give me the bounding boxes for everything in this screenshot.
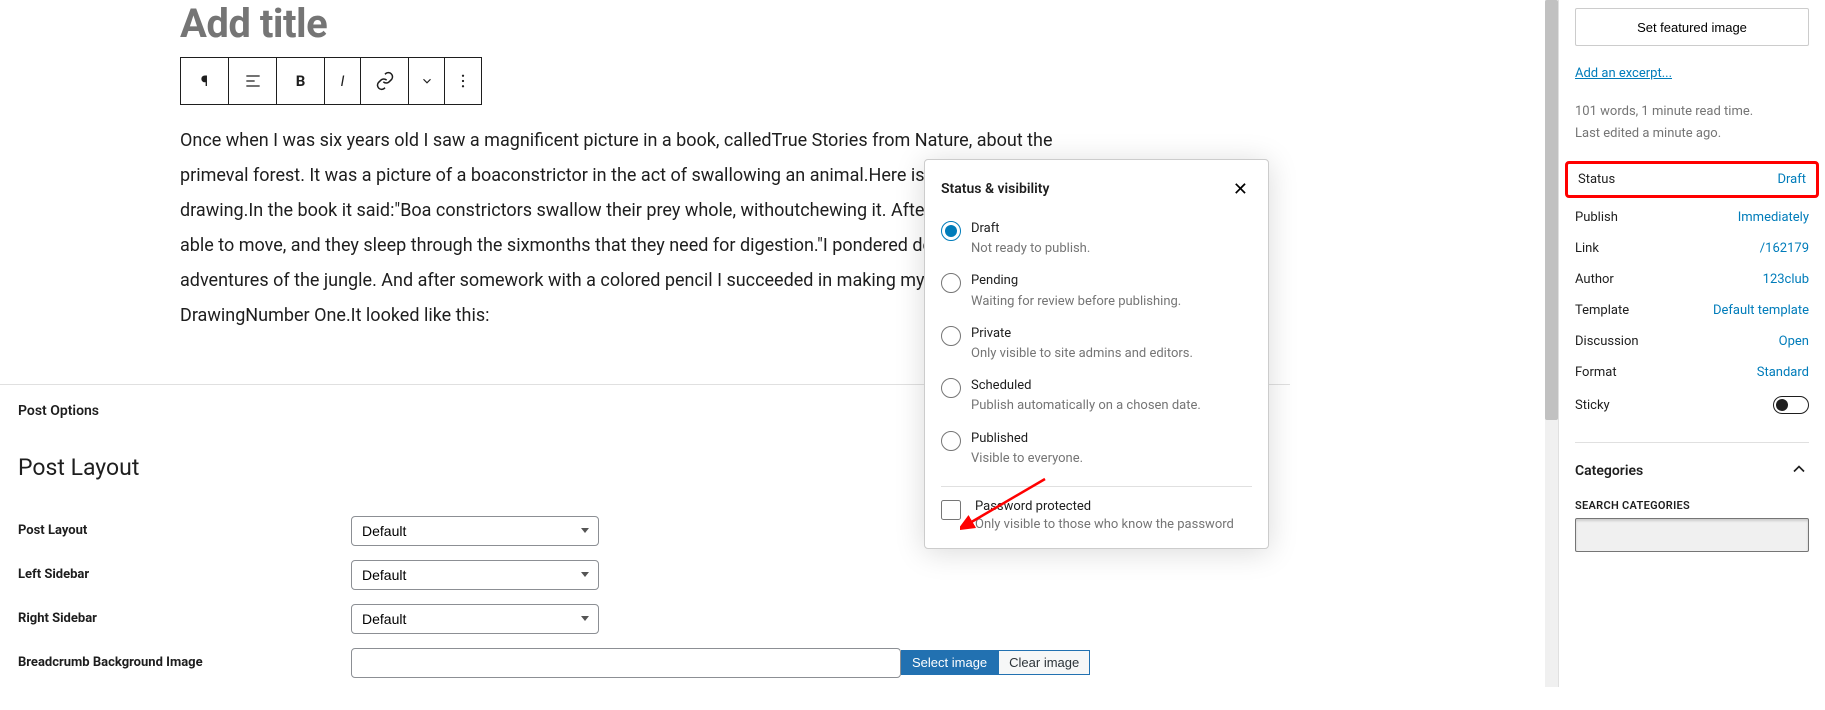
status-visibility-popup: Status & visibility ✕ Draft Not ready to … bbox=[924, 159, 1269, 549]
status-private-desc: Only visible to site admins and editors. bbox=[971, 345, 1193, 363]
password-protected-label: Password protected bbox=[975, 499, 1234, 514]
left-sidebar-label: Left Sidebar bbox=[18, 567, 351, 582]
set-featured-image-button[interactable]: Set featured image bbox=[1575, 8, 1809, 46]
left-sidebar-select[interactable]: Default bbox=[351, 560, 599, 590]
status-private-radio[interactable] bbox=[941, 326, 961, 346]
status-published-radio[interactable] bbox=[941, 431, 961, 451]
popup-title: Status & visibility bbox=[941, 181, 1049, 197]
password-protected-checkbox[interactable] bbox=[941, 500, 961, 520]
post-sidebar: Set featured image Add an excerpt... 101… bbox=[1558, 0, 1825, 687]
breadcrumb-bg-input[interactable] bbox=[351, 648, 901, 678]
template-row[interactable]: Template Default template bbox=[1575, 295, 1809, 326]
align-icon[interactable] bbox=[229, 58, 277, 104]
status-published-label: Published bbox=[971, 430, 1083, 448]
format-row[interactable]: Format Standard bbox=[1575, 357, 1809, 388]
status-pending-radio[interactable] bbox=[941, 273, 961, 293]
search-categories-label: SEARCH CATEGORIES bbox=[1575, 499, 1809, 512]
sidebar-scrollbar[interactable] bbox=[1545, 0, 1558, 687]
post-title-placeholder[interactable]: Add title bbox=[180, 0, 1110, 47]
status-draft-radio[interactable] bbox=[941, 221, 961, 241]
link-button[interactable] bbox=[361, 58, 409, 104]
status-pending-desc: Waiting for review before publishing. bbox=[971, 293, 1181, 311]
clear-image-button[interactable]: Clear image bbox=[998, 650, 1090, 675]
paragraph-block-icon[interactable]: ¶ bbox=[181, 58, 229, 104]
breadcrumb-bg-label: Breadcrumb Background Image bbox=[18, 655, 351, 670]
chevron-up-icon bbox=[1789, 459, 1809, 483]
status-draft-desc: Not ready to publish. bbox=[971, 240, 1090, 258]
add-excerpt-link[interactable]: Add an excerpt... bbox=[1575, 66, 1672, 81]
status-scheduled-radio[interactable] bbox=[941, 378, 961, 398]
post-meta-text: 101 words, 1 minute read time. Last edit… bbox=[1575, 101, 1809, 145]
sticky-toggle[interactable] bbox=[1773, 396, 1809, 414]
link-row[interactable]: Link /162179 bbox=[1575, 233, 1809, 264]
more-options-icon[interactable] bbox=[445, 58, 481, 104]
close-icon[interactable]: ✕ bbox=[1229, 176, 1252, 202]
status-pending-label: Pending bbox=[971, 272, 1181, 290]
status-scheduled-label: Scheduled bbox=[971, 377, 1201, 395]
categories-section-header[interactable]: Categories bbox=[1575, 459, 1809, 483]
italic-button[interactable]: I bbox=[325, 58, 361, 104]
right-sidebar-select[interactable]: Default bbox=[351, 604, 599, 634]
discussion-row[interactable]: Discussion Open bbox=[1575, 326, 1809, 357]
sticky-row: Sticky bbox=[1575, 388, 1809, 422]
post-layout-label: Post Layout bbox=[18, 523, 351, 538]
publish-row[interactable]: Publish Immediately bbox=[1575, 202, 1809, 233]
select-image-button[interactable]: Select image bbox=[901, 650, 998, 675]
bold-button[interactable]: B bbox=[277, 58, 325, 104]
search-categories-input[interactable] bbox=[1575, 518, 1809, 552]
block-toolbar: ¶ B I bbox=[180, 57, 482, 105]
status-published-desc: Visible to everyone. bbox=[971, 450, 1083, 468]
post-layout-select[interactable]: Default bbox=[351, 516, 599, 546]
status-private-label: Private bbox=[971, 325, 1193, 343]
status-draft-label: Draft bbox=[971, 220, 1090, 238]
author-row[interactable]: Author 123club bbox=[1575, 264, 1809, 295]
chevron-down-icon[interactable] bbox=[409, 58, 445, 104]
password-protected-desc: Only visible to those who know the passw… bbox=[975, 517, 1234, 532]
right-sidebar-label: Right Sidebar bbox=[18, 611, 351, 626]
status-row[interactable]: Status Draft bbox=[1565, 161, 1819, 198]
status-scheduled-desc: Publish automatically on a chosen date. bbox=[971, 397, 1201, 415]
